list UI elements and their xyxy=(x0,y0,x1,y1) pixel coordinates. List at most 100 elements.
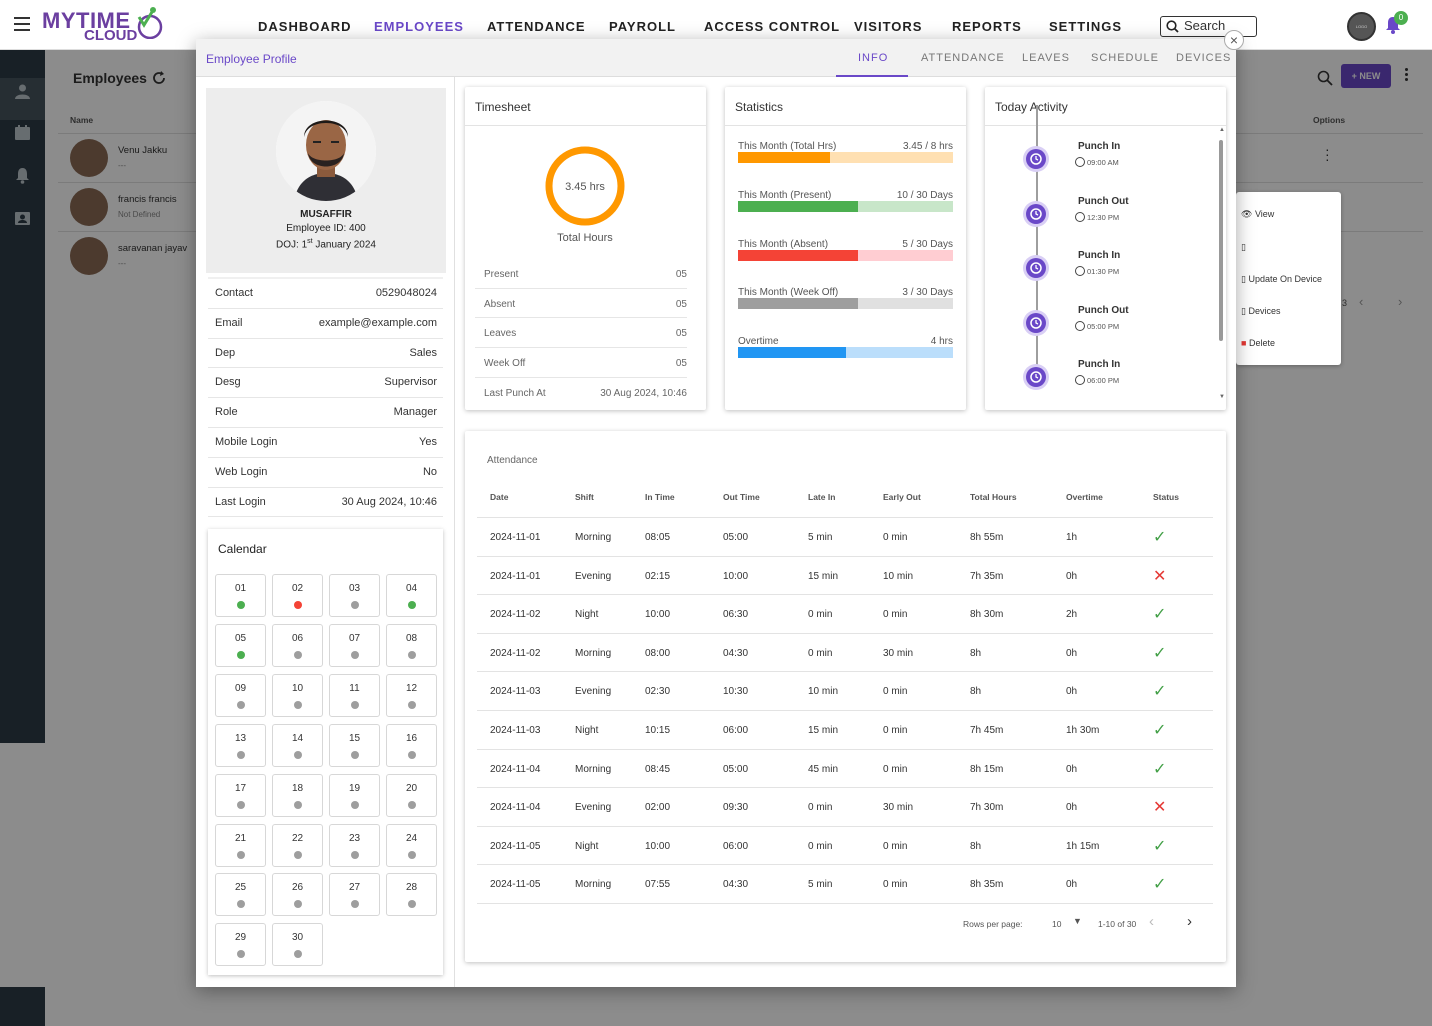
row-context-menu: 👁 View ▯ ▯ Update On Device ▯ Devices ■ … xyxy=(1236,192,1341,365)
calendar-day[interactable]: 25 xyxy=(215,873,266,917)
column-header[interactable]: Early Out xyxy=(883,492,921,502)
detail-label: Mobile Login xyxy=(215,435,278,448)
calendar-day[interactable]: 14 xyxy=(272,723,323,767)
employee-photo-image xyxy=(276,101,376,201)
calendar-day[interactable]: 20 xyxy=(386,773,437,817)
calendar-day[interactable]: 08 xyxy=(386,623,437,667)
prev-page-icon[interactable]: ‹ xyxy=(1149,913,1154,930)
calendar-day-number: 14 xyxy=(291,732,304,744)
calendar-day[interactable]: 17 xyxy=(215,773,266,817)
calendar-day[interactable]: 01 xyxy=(215,574,266,617)
chevron-down-icon[interactable]: ▼ xyxy=(1073,916,1082,926)
calendar-day[interactable]: 16 xyxy=(386,723,437,767)
table-cell: 10:00 xyxy=(723,570,749,582)
calendar-day[interactable]: 18 xyxy=(272,773,323,817)
table-cell: 0h xyxy=(1066,647,1078,659)
calendar-day[interactable]: 02 xyxy=(272,574,323,617)
column-header[interactable]: Overtime xyxy=(1066,492,1103,502)
calendar-day[interactable]: 19 xyxy=(329,773,380,817)
calendar-day[interactable]: 07 xyxy=(329,623,380,667)
nav-dashboard[interactable]: DASHBOARD xyxy=(258,19,352,34)
tab-leaves[interactable]: LEAVES xyxy=(1022,52,1070,64)
stat-progress-bar xyxy=(738,152,953,163)
nav-visitors[interactable]: VISITORS xyxy=(854,19,922,34)
time-icon xyxy=(1075,320,1085,331)
table-cell: 08:00 xyxy=(645,647,671,659)
table-cell: 0 min xyxy=(883,879,908,891)
employee-doj: DOJ: 1st January 2024 xyxy=(206,238,446,250)
column-header[interactable]: Late In xyxy=(808,492,835,502)
column-header[interactable]: Date xyxy=(490,492,508,502)
activity-scrollbar[interactable]: ▲ ▼ xyxy=(1218,127,1225,406)
calendar-day-number: 21 xyxy=(234,832,247,844)
table-cell: Morning xyxy=(575,532,612,543)
nav-payroll[interactable]: PAYROLL xyxy=(609,19,676,34)
next-page-icon[interactable]: › xyxy=(1187,913,1192,930)
calendar-day-number: 15 xyxy=(348,732,361,744)
calendar-status-dot xyxy=(293,750,302,759)
user-avatar[interactable]: LOGO xyxy=(1347,12,1376,41)
table-cell: 0 min xyxy=(883,763,908,775)
tab-info[interactable]: INFO xyxy=(858,52,888,64)
menu-item-update-on-device[interactable]: ▯ Update On Device xyxy=(1241,274,1322,285)
calendar-day[interactable]: 15 xyxy=(329,723,380,767)
calendar-day[interactable]: 27 xyxy=(329,873,380,917)
calendar-day[interactable]: 12 xyxy=(386,673,437,717)
time-icon xyxy=(1075,375,1085,385)
table-cell: 1h 15m xyxy=(1066,840,1100,852)
nav-attendance[interactable]: ATTENDANCE xyxy=(487,19,586,34)
tab-devices[interactable]: DEVICES xyxy=(1176,52,1231,64)
nav-settings[interactable]: SETTINGS xyxy=(1049,19,1122,34)
detail-label: Desg xyxy=(215,376,241,389)
calendar-day[interactable]: 04 xyxy=(386,574,437,617)
calendar-day[interactable]: 10 xyxy=(272,673,323,717)
column-header[interactable]: Out Time xyxy=(723,492,760,502)
detail-label: Contact xyxy=(215,287,253,299)
menu-icon[interactable] xyxy=(14,17,30,31)
rows-per-page-select[interactable]: 10 xyxy=(1052,919,1061,929)
activity-time: 12:30 PM xyxy=(1087,212,1120,222)
close-modal-button[interactable]: × xyxy=(1224,30,1244,50)
column-header[interactable]: Shift xyxy=(575,492,594,502)
stat-progress-fill xyxy=(738,347,846,359)
calendar-status-dot xyxy=(350,750,359,759)
stat-progress-bar xyxy=(738,249,953,261)
calendar-day[interactable]: 09 xyxy=(215,673,266,717)
calendar-status-dot xyxy=(293,950,302,959)
calendar-day[interactable]: 30 xyxy=(272,923,323,967)
calendar-day[interactable]: 28 xyxy=(386,873,437,917)
calendar-day[interactable]: 05 xyxy=(215,623,266,667)
tab-attendance[interactable]: ATTENDANCE xyxy=(921,52,1005,64)
calendar-day[interactable]: 03 xyxy=(329,574,380,617)
column-header[interactable]: Total Hours xyxy=(970,492,1017,502)
calendar-day[interactable]: 13 xyxy=(215,723,266,767)
calendar-day[interactable]: 06 xyxy=(272,623,323,667)
stat-label: This Month (Present) xyxy=(738,189,832,201)
tab-schedule[interactable]: SCHEDULE xyxy=(1091,52,1159,64)
calendar-day-number: 26 xyxy=(291,882,304,894)
calendar-day[interactable]: 11 xyxy=(329,673,380,717)
page-range: 1-10 of 30 xyxy=(1098,919,1137,929)
timesheet-row: Present 05 xyxy=(475,259,687,289)
calendar-day[interactable]: 29 xyxy=(215,923,266,967)
detail-value: 30 Aug 2024, 10:46 xyxy=(341,495,437,508)
nav-employees[interactable]: EMPLOYEES xyxy=(374,19,464,34)
calendar-day[interactable]: 23 xyxy=(329,823,380,867)
table-cell: 0h xyxy=(1066,686,1078,698)
table-cell: 0 min xyxy=(883,725,908,736)
menu-item-devices[interactable]: ▯ Devices xyxy=(1241,306,1280,317)
calendar-day-number: 04 xyxy=(405,583,418,594)
column-header[interactable]: Status xyxy=(1153,492,1179,502)
nav-reports[interactable]: REPORTS xyxy=(952,19,1022,34)
table-cell: 8h xyxy=(970,686,982,698)
calendar-day[interactable]: 22 xyxy=(272,823,323,867)
menu-item-delete[interactable]: ■ Delete xyxy=(1241,338,1275,348)
menu-item-view-label: View xyxy=(1254,209,1275,219)
calendar-day[interactable]: 21 xyxy=(215,823,266,867)
calendar-day-number: 24 xyxy=(405,832,418,844)
calendar-day[interactable]: 26 xyxy=(272,873,323,917)
nav-access-control[interactable]: ACCESS CONTROL xyxy=(704,19,840,34)
column-header[interactable]: In Time xyxy=(645,492,675,502)
calendar-day[interactable]: 24 xyxy=(386,823,437,867)
menu-item-view[interactable]: 👁 View xyxy=(1241,209,1274,220)
